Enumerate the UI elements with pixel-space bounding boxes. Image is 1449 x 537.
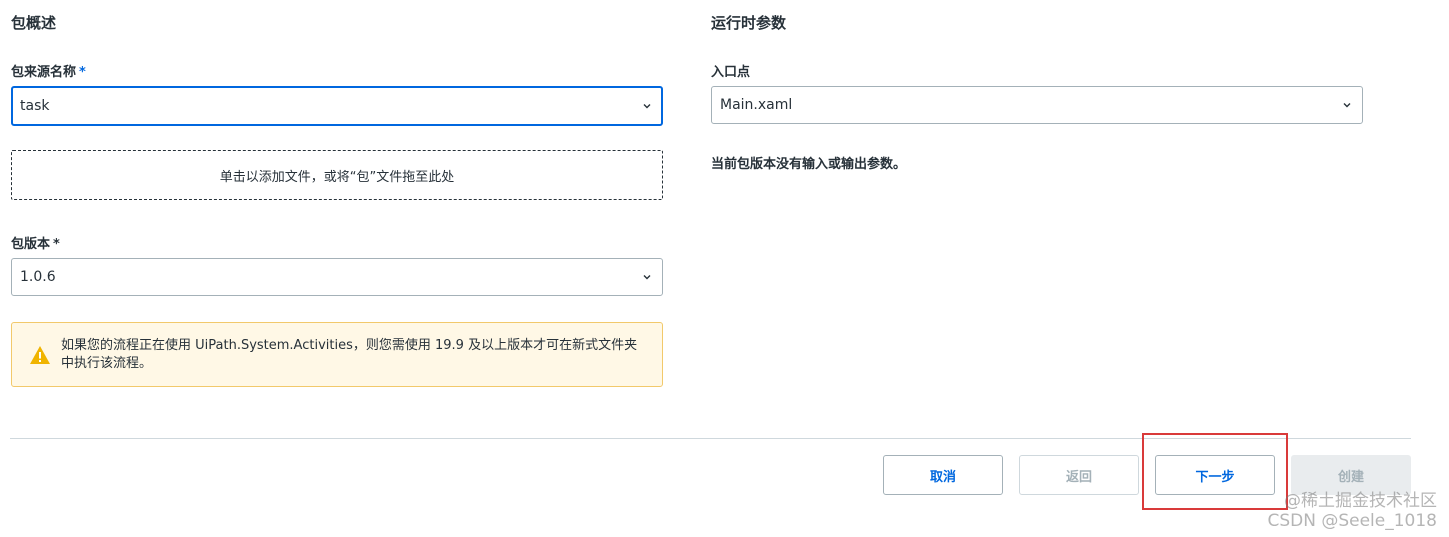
back-button[interactable]: 返回 [1019,455,1139,495]
package-version-value: 1.0.6 [20,269,56,285]
entry-point-label: 入口点 [711,65,751,80]
runtime-arguments-title: 运行时参数 [711,14,787,32]
create-process-panel: 包概述 包来源名称 * task 单击以添加文件，或将“包”文件拖至此处 包版本 *… [0,0,1449,537]
cancel-button[interactable]: 取消 [883,455,1003,495]
package-source-label: 包来源名称 * [11,61,86,80]
entry-point-select[interactable]: Main.xaml [711,86,1363,124]
package-source-value: task [20,98,50,114]
watermark-line-2: CSDN @Seele_1018 [1267,511,1437,531]
package-overview-title: 包概述 [11,14,57,32]
required-mark: * [53,237,60,252]
warning-message: 如果您的流程正在使用 UiPath.System.Activities，则您需使… [61,337,638,371]
chevron-down-icon [640,270,654,284]
chevron-down-icon [1340,98,1354,112]
package-version-label: 包版本 * [11,233,60,252]
watermark-line-1: @稀土掘金技术社区 [1284,491,1437,511]
chevron-down-icon [640,99,654,113]
package-version-label-text: 包版本 [11,237,51,252]
no-arguments-message: 当前包版本没有输入或输出参数。 [711,157,907,172]
warning-triangle-icon [29,344,51,366]
package-file-dropzone[interactable]: 单击以添加文件，或将“包”文件拖至此处 [11,150,663,200]
next-step-highlight [1142,433,1288,510]
entry-point-value: Main.xaml [720,97,793,113]
required-mark: * [79,65,86,80]
package-version-select[interactable]: 1.0.6 [11,258,663,296]
package-source-label-text: 包来源名称 [11,65,77,80]
watermark: @稀土掘金技术社区 CSDN @Seele_1018 [1267,491,1437,531]
package-source-select[interactable]: task [11,86,663,126]
create-button[interactable]: 创建 [1291,455,1411,495]
version-warning-alert: 如果您的流程正在使用 UiPath.System.Activities，则您需使… [11,322,663,387]
